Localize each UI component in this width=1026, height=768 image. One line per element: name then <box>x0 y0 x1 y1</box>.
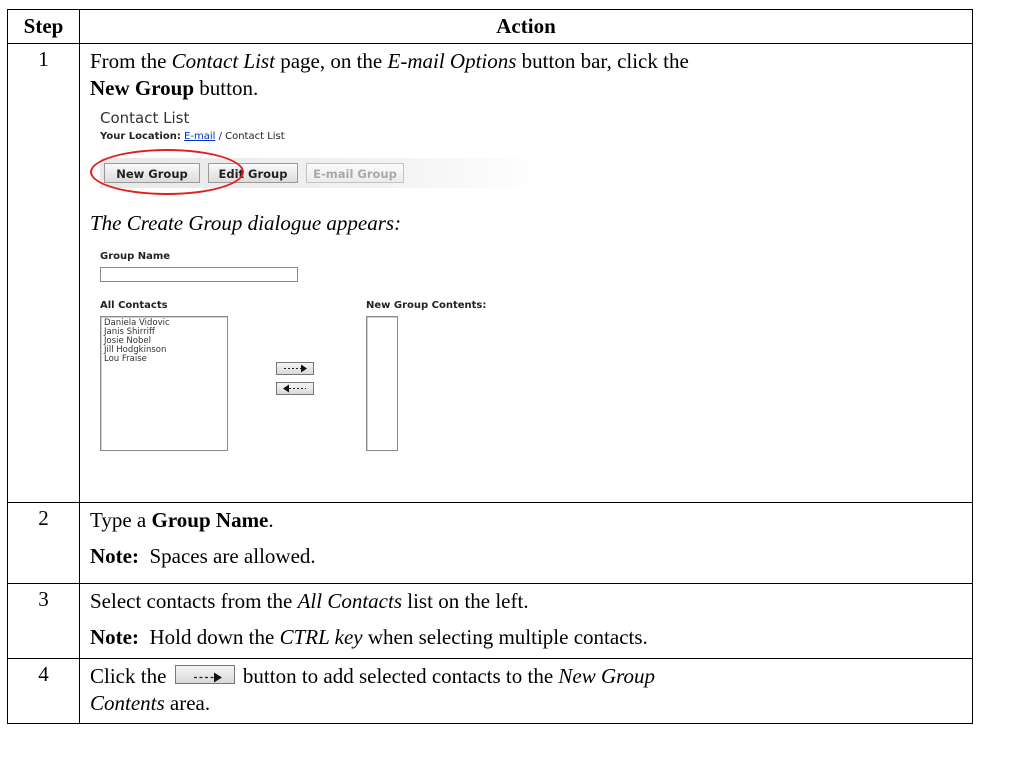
create-group-dialogue: Group Name All Contacts New Group Conten… <box>90 245 964 460</box>
step1-instruction: From the Contact List page, on the E-mai… <box>90 48 964 102</box>
step-action: From the Contact List page, on the E-mai… <box>79 43 973 503</box>
steps-table: Step Action 1 From the Contact List page… <box>7 9 973 724</box>
note-label: Note: <box>90 544 139 568</box>
step2-note: Note: Spaces are allowed. <box>90 543 964 570</box>
text: area. <box>164 691 211 715</box>
contents-ref: Contents <box>90 691 165 715</box>
note-text: Hold down the <box>138 625 280 649</box>
step-row-3: 3 Select contacts from the All Contacts … <box>7 583 973 659</box>
action-header: Action <box>79 9 973 44</box>
add-to-group-button[interactable] <box>276 362 314 375</box>
note-label: Note: <box>90 625 139 649</box>
step4-instruction: Click the button to add selected contact… <box>90 663 964 717</box>
step-number: 2 <box>7 502 80 584</box>
breadcrumb-current: / Contact List <box>215 131 285 142</box>
dotted-right-arrow-icon <box>284 364 307 373</box>
group-name-input[interactable] <box>100 267 298 282</box>
step2-instruction: Type a Group Name. <box>90 507 964 534</box>
text: From the <box>90 49 172 73</box>
step3-note: Note: Hold down the CTRL key when select… <box>90 624 964 651</box>
all-contacts-list[interactable]: Daniela Vidovic Janis Shirriff Josie Nob… <box>100 316 228 451</box>
email-options-ref: E-mail Options <box>387 49 517 73</box>
contact-list-screenshot: Contact List Your Location: E-mail / Con… <box>90 106 964 204</box>
contact-list-title: Contact List <box>100 109 190 127</box>
dotted-left-arrow-icon <box>283 384 306 393</box>
text: button. <box>194 76 259 100</box>
text: button to add selected contacts to the <box>237 664 559 688</box>
text: list on the left. <box>402 589 529 613</box>
note-text: when selecting multiple contacts. <box>362 625 648 649</box>
step-row-1: 1 From the Contact List page, on the E-m… <box>7 43 973 503</box>
contact-list-ref: Contact List <box>171 49 275 73</box>
email-group-button: E-mail Group <box>306 163 404 183</box>
all-contacts-ref: All Contacts <box>297 589 403 613</box>
new-group-ref: New Group <box>558 664 656 688</box>
step3-instruction: Select contacts from the All Contacts li… <box>90 588 964 615</box>
header-row: Step Action <box>7 9 973 44</box>
all-contacts-label: All Contacts <box>100 300 168 311</box>
remove-from-group-button[interactable] <box>276 382 314 395</box>
text: . <box>268 508 274 532</box>
note-text: Spaces are allowed. <box>138 544 316 568</box>
step-row-2: 2 Type a Group Name. Note: Spaces are al… <box>7 502 973 584</box>
new-group-ref: New Group <box>90 76 195 100</box>
group-name-ref: Group Name <box>151 508 269 532</box>
step-number: 3 <box>7 583 80 659</box>
text: Select contacts from the <box>90 589 298 613</box>
text: Click the <box>90 664 172 688</box>
text: Type a <box>90 508 152 532</box>
text: page, on the <box>274 49 388 73</box>
step-number: 4 <box>7 658 80 724</box>
step-number: 1 <box>7 43 80 503</box>
step-row-4: 4 Click the button to add selected conta… <box>7 658 973 724</box>
dotted-right-arrow-icon <box>193 672 222 683</box>
dialogue-intro: The Create Group dialogue appears: <box>90 211 402 235</box>
step-action: Click the button to add selected contact… <box>79 658 973 724</box>
text: button bar, click the <box>516 49 689 73</box>
add-to-group-button-image <box>174 665 235 684</box>
step-action: Type a Group Name. Note: Spaces are allo… <box>79 502 973 584</box>
group-name-label: Group Name <box>100 251 171 262</box>
email-link[interactable]: E-mail <box>184 131 215 142</box>
location-label: Your Location: <box>100 131 181 142</box>
list-item[interactable]: Lou Fraise <box>101 355 227 364</box>
breadcrumb: Your Location: E-mail / Contact List <box>100 131 285 143</box>
ctrl-key-ref: CTRL key <box>279 625 363 649</box>
highlight-circle <box>90 149 244 195</box>
step-action: Select contacts from the All Contacts li… <box>79 583 973 659</box>
new-group-contents-list[interactable] <box>366 316 398 451</box>
step-header: Step <box>7 9 80 44</box>
new-group-contents-label: New Group Contents: <box>366 300 487 311</box>
